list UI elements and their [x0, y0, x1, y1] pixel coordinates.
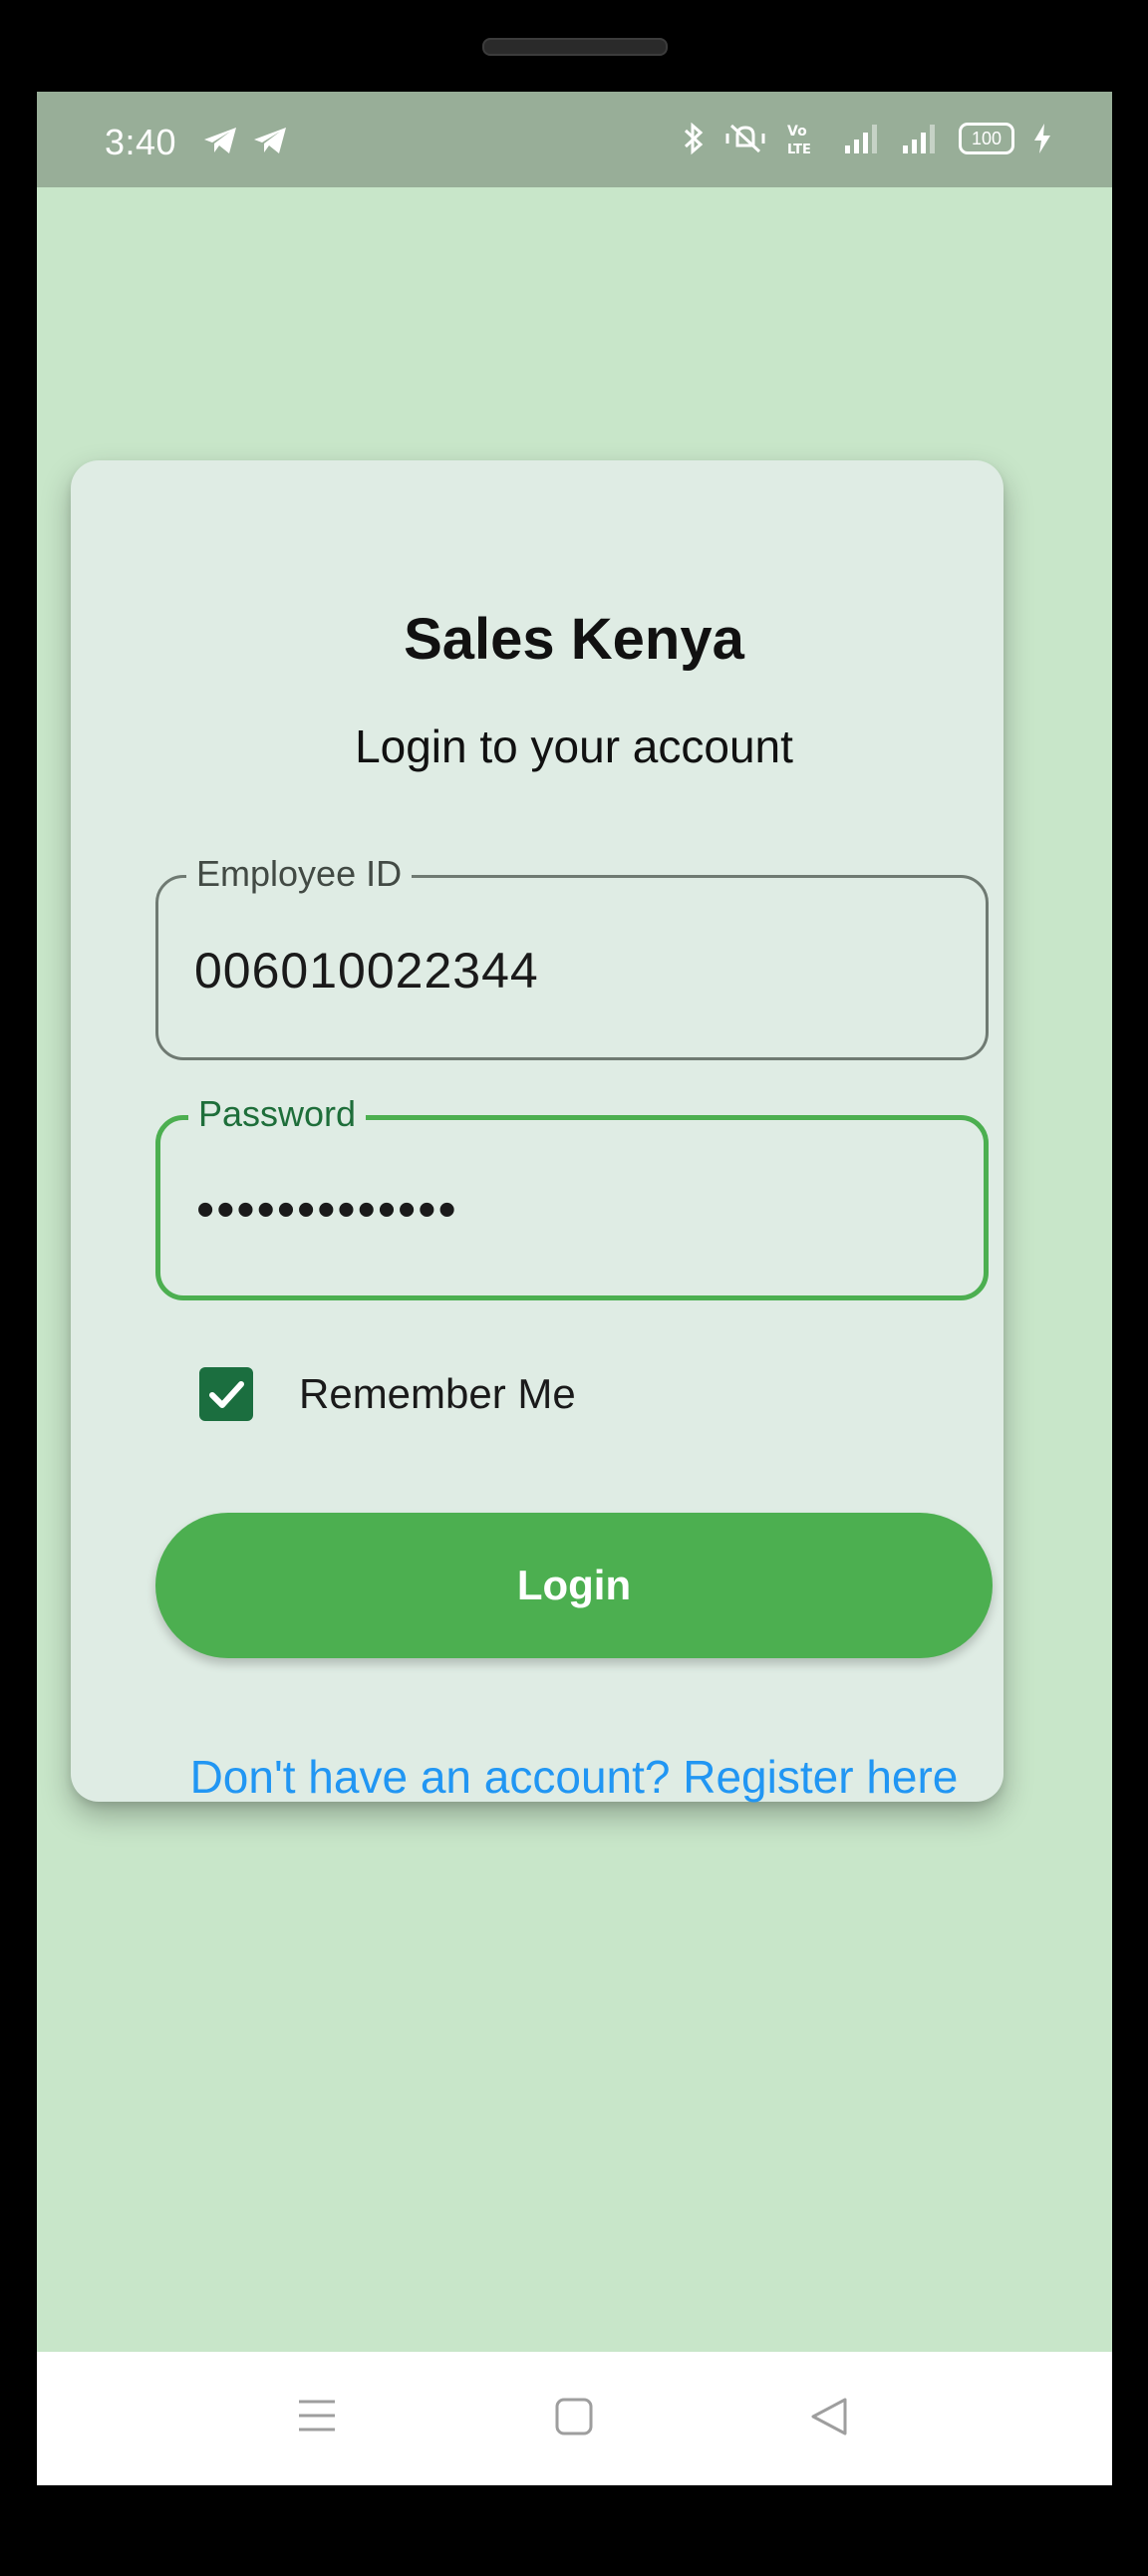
- phone-frame: 3:40 Vo LTE 100 Sales Kenya Login to you…: [0, 0, 1148, 2576]
- back-icon[interactable]: [807, 2396, 851, 2442]
- telegram-icon: [252, 126, 288, 160]
- register-link[interactable]: Don't have an account? Register here: [0, 1750, 1148, 1804]
- notification-icons: [202, 126, 288, 160]
- employee-id-input[interactable]: 006010022344: [194, 942, 539, 1000]
- password-label: Password: [188, 1092, 367, 1136]
- status-time: 3:40: [105, 122, 177, 162]
- status-bar: 3:40 Vo LTE 100: [37, 92, 1112, 187]
- home-icon[interactable]: [553, 2396, 595, 2442]
- employee-id-field[interactable]: Employee ID 006010022344: [155, 852, 989, 1060]
- svg-text:LTE: LTE: [787, 143, 811, 155]
- earpiece-speaker: [482, 38, 668, 56]
- battery-icon: 100: [959, 123, 1014, 154]
- vibrate-icon: [723, 122, 767, 155]
- svg-text:Vo: Vo: [787, 124, 807, 140]
- volte-icon: Vo LTE: [785, 122, 825, 155]
- menu-icon[interactable]: [295, 2396, 339, 2440]
- charging-icon: [1032, 122, 1052, 155]
- system-nav-bar: [37, 2352, 1112, 2485]
- signal-icon: [843, 122, 883, 155]
- employee-id-label: Employee ID: [186, 852, 413, 896]
- login-subtitle: Login to your account: [355, 720, 793, 772]
- app-title: Sales Kenya: [404, 607, 744, 672]
- system-icons: Vo LTE 100: [682, 122, 1052, 155]
- password-field[interactable]: Password •••••••••••••: [155, 1092, 989, 1300]
- remember-me-checkbox[interactable]: [199, 1367, 253, 1421]
- remember-me-label: Remember Me: [299, 1370, 576, 1417]
- login-button[interactable]: Login: [155, 1513, 993, 1658]
- password-input[interactable]: •••••••••••••: [196, 1180, 458, 1240]
- remember-me-row[interactable]: Remember Me: [199, 1367, 576, 1421]
- telegram-icon: [202, 126, 238, 160]
- bluetooth-icon: [682, 122, 706, 155]
- signal-icon: [901, 122, 941, 155]
- checkmark-icon: [209, 1381, 244, 1408]
